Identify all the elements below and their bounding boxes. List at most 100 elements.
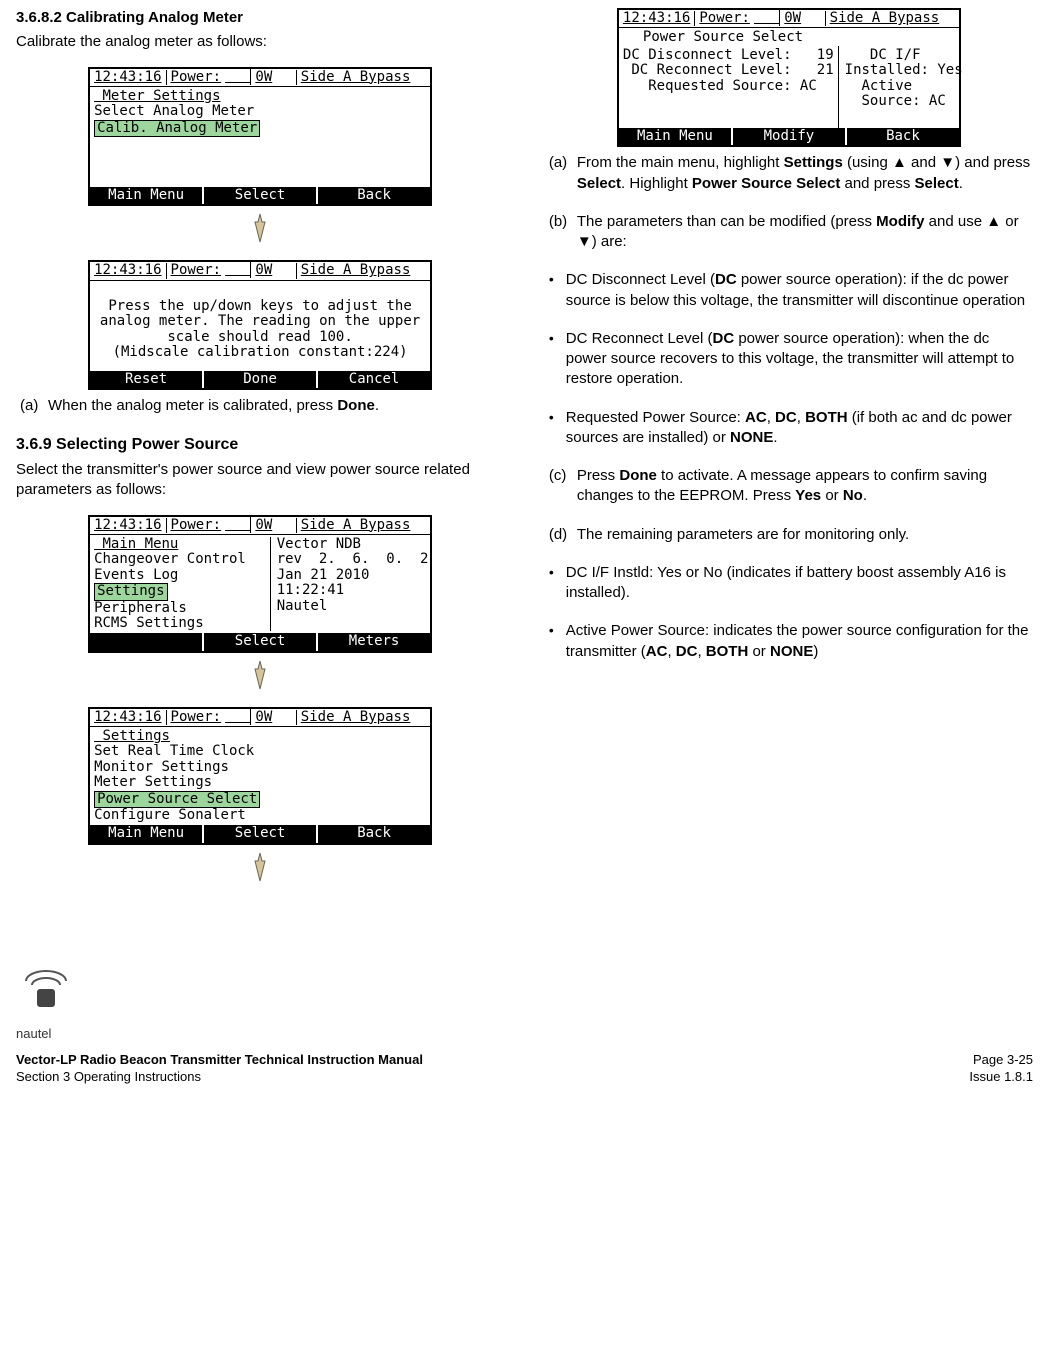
lcd-mode: Side A Bypass bbox=[296, 70, 426, 85]
lcd-menu-title: Settings bbox=[94, 729, 426, 744]
step-letter: (b) bbox=[549, 212, 577, 253]
lcd-time: 12:43:16 bbox=[94, 518, 165, 533]
lcd-text: Active bbox=[845, 79, 963, 94]
softkey-blank bbox=[90, 633, 204, 650]
lcd-time: 12:43:16 bbox=[94, 70, 165, 85]
section-head-3-6-9: 3.6.9 Selecting Power Source bbox=[16, 434, 504, 456]
softkey-main-menu[interactable]: Main Menu bbox=[90, 825, 204, 842]
softkey-select[interactable]: Select bbox=[204, 187, 318, 204]
softkey-cancel[interactable]: Cancel bbox=[318, 371, 430, 388]
lcd-text: DC Reconnect Level: 21 bbox=[623, 63, 834, 78]
lcd-mode: Side A Bypass bbox=[825, 11, 955, 26]
lcd-menu-item: Set Real Time Clock bbox=[94, 744, 426, 759]
step-text: From the main menu, highlight Settings (… bbox=[577, 153, 1033, 194]
lcd-time: 12:43:16 bbox=[623, 11, 694, 26]
lcd-menu-item: Changeover Control bbox=[94, 552, 270, 567]
pointer-hand-icon bbox=[244, 851, 276, 883]
lcd-time: 12:43:16 bbox=[94, 710, 165, 725]
lcd-status-bar: 12:43:16 Power: 0W Side A Bypass bbox=[90, 69, 430, 87]
step-c: (c) Press Done to activate. A message ap… bbox=[545, 466, 1033, 507]
step-letter: (d) bbox=[549, 525, 577, 545]
lcd-text: Press the up/down keys to adjust the bbox=[108, 299, 411, 314]
up-triangle-icon bbox=[986, 213, 1001, 230]
down-triangle-icon bbox=[940, 154, 955, 171]
footer-doc-title: Vector-LP Radio Beacon Transmitter Techn… bbox=[16, 1051, 423, 1069]
softkey-back[interactable]: Back bbox=[847, 128, 959, 145]
lcd-text: (Midscale calibration constant:224) bbox=[113, 345, 408, 360]
lcd-power-source-select: 12:43:16 Power: 0W Side A Bypass Power S… bbox=[617, 8, 961, 147]
footer-section: Section 3 Operating Instructions bbox=[16, 1068, 423, 1086]
lcd-main-menu: 12:43:16 Power: 0W Side A Bypass Main Me… bbox=[88, 515, 432, 653]
lcd-menu-item: RCMS Settings bbox=[94, 616, 270, 631]
bullet-item: DC Reconnect Level (DC power source oper… bbox=[545, 329, 1033, 390]
bullet-item: Active Power Source: indicates the power… bbox=[545, 621, 1033, 662]
down-triangle-icon bbox=[577, 233, 592, 250]
lcd-power: Power: 0W bbox=[694, 11, 824, 26]
softkey-done[interactable]: Done bbox=[204, 371, 318, 388]
pointer-hand-icon bbox=[244, 212, 276, 244]
lcd-text: scale should read 100. bbox=[167, 330, 352, 345]
step-letter: (a) bbox=[549, 153, 577, 194]
lcd-text: Vector NDB bbox=[277, 537, 426, 552]
bullet-list: DC I/F Instld: Yes or No (indicates if b… bbox=[545, 563, 1033, 662]
softkey-main-menu[interactable]: Main Menu bbox=[619, 128, 733, 145]
lcd-text: DC Disconnect Level: 19 bbox=[623, 48, 834, 63]
lcd-menu-item: Meter Settings bbox=[94, 775, 426, 790]
lcd-menu-item-selected: Calib. Analog Meter bbox=[94, 120, 260, 137]
footer-page: Page 3-25 bbox=[969, 1051, 1033, 1069]
lcd-menu-item-selected: Power Source Select bbox=[94, 791, 260, 808]
step-letter: (c) bbox=[549, 466, 577, 507]
lcd-menu-title: Meter Settings bbox=[94, 89, 426, 104]
lcd-power: Power: 0W bbox=[166, 263, 296, 278]
softkey-reset[interactable]: Reset bbox=[90, 371, 204, 388]
step-text: Press Done to activate. A message appear… bbox=[577, 466, 1033, 507]
lcd-menu-item: Monitor Settings bbox=[94, 760, 426, 775]
lcd-menu-item: Peripherals bbox=[94, 601, 270, 616]
pointer-hand-icon bbox=[244, 659, 276, 691]
lcd-mode: Side A Bypass bbox=[296, 263, 426, 278]
right-column: 12:43:16 Power: 0W Side A Bypass Power S… bbox=[545, 8, 1033, 899]
step-a: (a) From the main menu, highlight Settin… bbox=[545, 153, 1033, 194]
softkey-select[interactable]: Select bbox=[204, 633, 318, 650]
bullet-list: DC Disconnect Level (DC power source ope… bbox=[545, 270, 1033, 448]
section1-intro: Calibrate the analog meter as follows: bbox=[16, 32, 504, 52]
lcd-meter-settings: 12:43:16 Power: 0W Side A Bypass Meter S… bbox=[88, 67, 432, 207]
bullet-item: DC Disconnect Level (DC power source ope… bbox=[545, 270, 1033, 311]
lcd-text: Source: AC bbox=[845, 94, 963, 109]
lcd-menu-title: Main Menu bbox=[94, 537, 270, 552]
lcd-menu-item: Select Analog Meter bbox=[94, 103, 254, 119]
bullet-item: Requested Power Source: AC, DC, BOTH (if… bbox=[545, 408, 1033, 449]
bullet-item: DC I/F Instld: Yes or No (indicates if b… bbox=[545, 563, 1033, 604]
lcd-softkeys: Main Menu Select Back bbox=[90, 187, 430, 204]
lcd-text: DC I/F bbox=[845, 48, 963, 63]
lcd-text: rev 2. 6. 0. 2 bbox=[277, 552, 426, 567]
step-text: The parameters than can be modified (pre… bbox=[577, 212, 1033, 253]
softkey-modify[interactable]: Modify bbox=[733, 128, 847, 145]
step-d: (d) The remaining parameters are for mon… bbox=[545, 525, 1033, 545]
page-footer: Vector-LP Radio Beacon Transmitter Techn… bbox=[16, 1051, 1033, 1086]
step-text: The remaining parameters are for monitor… bbox=[577, 525, 1033, 545]
lcd-softkeys: Reset Done Cancel bbox=[90, 371, 430, 388]
lcd-text: analog meter. The reading on the upper bbox=[100, 314, 420, 329]
softkey-back[interactable]: Back bbox=[318, 825, 430, 842]
lcd-softkeys: Select Meters bbox=[90, 633, 430, 650]
lcd-menu-item-selected: Settings bbox=[94, 583, 167, 600]
lcd-settings-menu: 12:43:16 Power: 0W Side A Bypass Setting… bbox=[88, 707, 432, 845]
lcd-text: 11:22:41 bbox=[277, 583, 426, 598]
lcd-text: Requested Source: AC bbox=[623, 79, 834, 94]
softkey-meters[interactable]: Meters bbox=[318, 633, 430, 650]
nautel-logo: nautel bbox=[16, 959, 76, 1043]
softkey-main-menu[interactable]: Main Menu bbox=[90, 187, 204, 204]
lcd-mode: Side A Bypass bbox=[296, 710, 426, 725]
softkey-select[interactable]: Select bbox=[204, 825, 318, 842]
softkey-back[interactable]: Back bbox=[318, 187, 430, 204]
footer-issue: Issue 1.8.1 bbox=[969, 1068, 1033, 1086]
lcd-calibrate: 12:43:16 Power: 0W Side A Bypass Press t… bbox=[88, 260, 432, 390]
lcd-softkeys: Main Menu Modify Back bbox=[619, 128, 959, 145]
step-b: (b) The parameters than can be modified … bbox=[545, 212, 1033, 253]
lcd-menu-item: Events Log bbox=[94, 568, 270, 583]
up-triangle-icon bbox=[892, 154, 907, 171]
lcd-status-bar: 12:43:16 Power: 0W Side A Bypass bbox=[90, 262, 430, 280]
logo-text: nautel bbox=[16, 1025, 76, 1043]
lcd-status-bar: 12:43:16 Power: 0W Side A Bypass bbox=[90, 517, 430, 535]
